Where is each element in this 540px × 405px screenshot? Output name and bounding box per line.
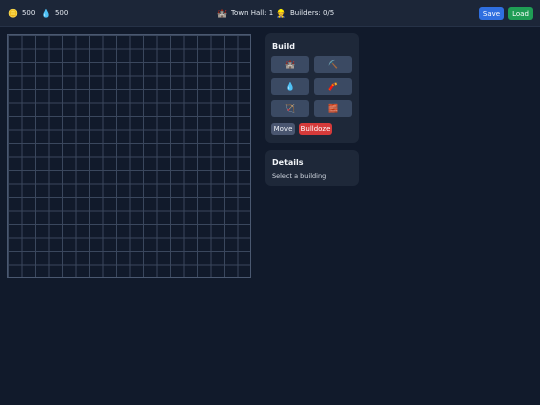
elixir-drop-icon: 💧 <box>41 8 51 18</box>
elixir-resource: 💧 500 <box>41 0 68 26</box>
town-hall-label: Town Hall: 1 <box>230 9 274 17</box>
castle-icon: 🏰 <box>217 8 227 18</box>
build-town-hall-button[interactable]: 🏰 <box>271 56 309 73</box>
village-grid[interactable] <box>7 34 251 278</box>
build-title: Build <box>272 42 296 51</box>
gold-value: 500 <box>21 9 36 17</box>
bulldoze-button[interactable]: Bulldoze <box>299 123 332 135</box>
build-wall-button[interactable]: 🧱 <box>314 100 352 117</box>
gold-resource: 🪙 500 <box>8 0 35 26</box>
details-panel: Details Select a building <box>265 150 359 186</box>
builders-label: Builders: 0/5 <box>289 9 335 17</box>
town-hall-status: 🏰 Town Hall: 1 <box>217 0 273 26</box>
gold-coin-icon: 🪙 <box>8 8 18 18</box>
details-title: Details <box>272 158 304 167</box>
elixir-value: 500 <box>54 9 69 17</box>
builder-icon: 👷 <box>276 8 286 18</box>
build-gold-mine-button[interactable]: ⛏️ <box>314 56 352 73</box>
top-bar: 🪙 500 💧 500 🏰 Town Hall: 1 👷 Builders: 0… <box>0 0 540 27</box>
pickaxe-icon: ⛏️ <box>328 60 338 69</box>
build-panel: Build 🏰 ⛏️ 💧 🧨 🏹 🧱 Move Bulldoze <box>265 33 359 143</box>
save-button[interactable]: Save <box>479 7 504 20</box>
brick-wall-icon: 🧱 <box>328 104 338 113</box>
move-button[interactable]: Move <box>271 123 295 135</box>
dynamite-icon: 🧨 <box>328 82 338 91</box>
details-text: Select a building <box>272 172 327 180</box>
build-archer-tower-button[interactable]: 🏹 <box>271 100 309 117</box>
castle-icon: 🏰 <box>285 60 295 69</box>
builders-status: 👷 Builders: 0/5 <box>276 0 334 26</box>
build-cannon-button[interactable]: 🧨 <box>314 78 352 95</box>
bow-icon: 🏹 <box>285 104 295 113</box>
load-button[interactable]: Load <box>508 7 533 20</box>
elixir-drop-icon: 💧 <box>285 82 295 91</box>
build-elixir-collector-button[interactable]: 💧 <box>271 78 309 95</box>
